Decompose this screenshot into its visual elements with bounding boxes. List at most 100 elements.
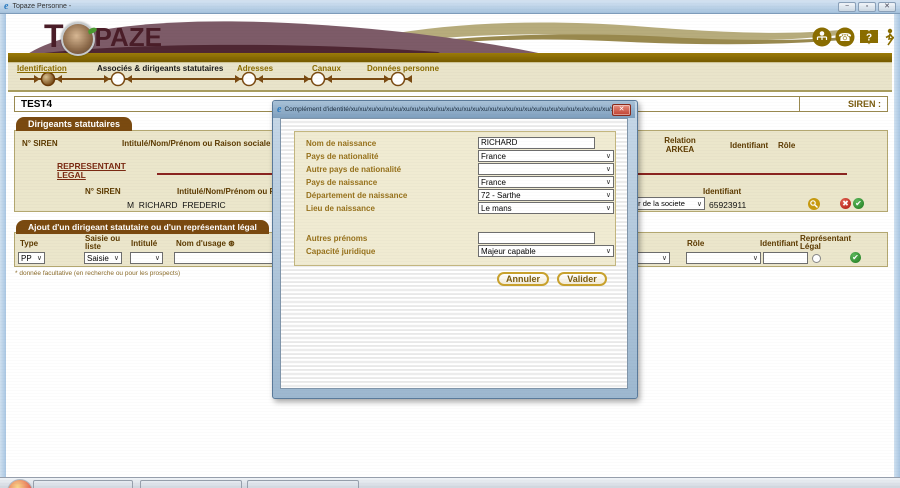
field-label: Pays de nationalité — [306, 152, 378, 161]
tab-donnees-personne[interactable]: Données personne — [367, 64, 439, 73]
cancel-button[interactable]: Annuler — [497, 272, 549, 286]
dropdown-arrow-icon: ∨ — [753, 254, 758, 262]
entity-name: TEST4 — [21, 99, 52, 110]
identifiant-input[interactable] — [763, 252, 808, 264]
col-header-identifiant: Identifiant — [730, 141, 768, 150]
relation-arkea-select[interactable]: ur de la societe ∨ — [631, 197, 705, 210]
tab-associes-dirigeants[interactable]: Associés & dirigeants statutaires — [97, 64, 223, 73]
required-icon: ⊛ — [228, 239, 235, 248]
representant-legal-link[interactable]: REPRESENTANT LEGAL — [57, 162, 126, 180]
ajout-col-rep-legal: Représentant Légal — [800, 235, 851, 251]
departement-naissance-select[interactable]: 72 - Sarthe ∨ — [478, 189, 614, 201]
taskbar-item[interactable] — [33, 480, 133, 488]
dropdown-arrow-icon: ∨ — [606, 152, 611, 160]
col-header-role: Rôle — [778, 141, 795, 150]
field-label: Département de naissance — [306, 191, 407, 200]
footnote: * donnée facultative (en recherche ou po… — [15, 270, 180, 277]
sub-header-siren: N° SIREN — [85, 187, 121, 196]
window-title: Topaze Personne - — [12, 3, 836, 10]
tab-canaux[interactable]: Canaux — [312, 64, 341, 73]
dropdown-arrow-icon: ∨ — [155, 254, 160, 262]
application-window: e Topaze Personne - − ▫ ✕ T PAZE ☎ — [0, 0, 900, 488]
field-label: Lieu de naissance — [306, 204, 375, 213]
minimize-button[interactable]: − — [838, 2, 856, 12]
field-label: Nom de naissance — [306, 139, 376, 148]
phone-icon[interactable]: ☎ — [835, 27, 855, 47]
section-title-dirigeants: Dirigeants statutaires — [16, 117, 132, 131]
modal-titlebar[interactable]: e Complément d'identité/xu/xu/xu/xu/xu/x… — [273, 101, 635, 118]
pays-naissance-select[interactable]: France ∨ — [478, 176, 614, 188]
dropdown-arrow-icon: ∨ — [697, 200, 702, 208]
step-circle-associes[interactable] — [112, 73, 125, 86]
nom-de-naissance-input[interactable]: RICHARD — [478, 137, 595, 149]
dropdown-arrow-icon: ∨ — [606, 191, 611, 199]
ajout-col-nom-usage: Nom d'usage ⊛ — [176, 239, 235, 248]
dirigeant-identifiant: 65923911 — [709, 200, 746, 210]
ajout-col-type: Type — [20, 239, 38, 248]
add-validate-icon[interactable]: ✔ — [850, 252, 861, 263]
ajout-col-intitule: Intitulé — [131, 239, 157, 248]
maximize-button[interactable]: ▫ — [858, 2, 876, 12]
delete-icon[interactable]: ✖ — [840, 198, 851, 209]
topaze-logo: T PAZE — [44, 20, 162, 56]
ok-button[interactable]: Valider — [557, 272, 607, 286]
section-title-ajout: Ajout d'un dirigeant statutaire ou d'un … — [16, 220, 269, 234]
taskbar-item[interactable] — [247, 480, 359, 488]
field-label: Pays de naissance — [306, 178, 377, 187]
field-label: Autres prénoms — [306, 234, 367, 243]
logo-photo-circle — [61, 22, 95, 56]
sub-header-identifiant: Identifiant — [703, 187, 741, 196]
window-border-right — [894, 14, 900, 478]
window-border-left — [0, 14, 6, 478]
col-header-siren: N° SIREN — [22, 139, 58, 148]
lieu-naissance-select[interactable]: Le mans ∨ — [478, 202, 614, 214]
modal-title: Complément d'identité/xu/xu/xu/xu/xu/xu/… — [284, 106, 612, 113]
autres-prenoms-input[interactable] — [478, 232, 595, 244]
step-circle-donnees[interactable] — [392, 73, 405, 86]
field-label: Capacité juridique — [306, 247, 375, 256]
tab-adresses[interactable]: Adresses — [237, 64, 273, 73]
browser-icon: e — [4, 2, 8, 12]
directory-icon[interactable] — [812, 27, 832, 47]
saisie-select[interactable]: Saisie ∨ — [84, 252, 122, 264]
logo-letters-paze: PAZE — [95, 20, 162, 54]
intitule-select[interactable]: ∨ — [130, 252, 163, 264]
dropdown-arrow-icon: ∨ — [606, 178, 611, 186]
dropdown-arrow-icon: ∨ — [606, 247, 611, 255]
col-header-relation-arkea: Relation ARKEA — [655, 136, 705, 154]
siren-label: SIREN : — [848, 99, 881, 109]
step-circle-adresses[interactable] — [243, 73, 256, 86]
taskbar-item[interactable] — [140, 480, 242, 488]
validate-icon[interactable]: ✔ — [853, 198, 864, 209]
taskbar[interactable] — [0, 477, 900, 488]
representant-legal-radio[interactable] — [812, 254, 821, 263]
browser-icon: e — [277, 105, 281, 115]
type-select[interactable]: PP ∨ — [18, 252, 45, 264]
svg-text:☎: ☎ — [838, 32, 852, 44]
dropdown-arrow-icon: ∨ — [37, 254, 42, 262]
svg-text:?: ? — [866, 33, 872, 44]
tab-identification[interactable]: Identification — [17, 64, 67, 73]
ajout-col-saisie: Saisie ou liste — [85, 235, 120, 251]
ajout-col-identifiant: Identifiant — [760, 239, 798, 248]
col-header-intitule: Intitulé/Nom/Prénom ou Raison sociale — [122, 139, 270, 148]
step-circle-canaux[interactable] — [312, 73, 325, 86]
role-select[interactable]: ∨ — [686, 252, 761, 264]
siren-box: SIREN : — [799, 96, 888, 112]
pays-nationalite-select[interactable]: France ∨ — [478, 150, 614, 162]
dropdown-arrow-icon: ∨ — [662, 254, 667, 262]
modify-icon[interactable] — [808, 198, 820, 210]
dropdown-arrow-icon: ∨ — [606, 165, 611, 173]
autre-pays-nationalite-select[interactable]: ∨ — [478, 163, 614, 175]
window-titlebar[interactable]: e Topaze Personne - − ▫ ✕ — [0, 0, 900, 14]
help-icon[interactable]: ? — [858, 27, 880, 47]
modal-close-button[interactable]: ✕ — [612, 104, 631, 116]
dropdown-arrow-icon: ∨ — [114, 254, 119, 262]
field-label: Autre pays de nationalité — [306, 165, 401, 174]
close-button[interactable]: ✕ — [878, 2, 896, 12]
dropdown-arrow-icon: ∨ — [606, 204, 611, 212]
ajout-col-role: Rôle — [687, 239, 704, 248]
capacite-juridique-select[interactable]: Majeur capable ∨ — [478, 245, 614, 257]
dirigeant-name: M RICHARD FREDERIC — [127, 200, 226, 210]
step-circle-identification[interactable] — [42, 73, 55, 86]
